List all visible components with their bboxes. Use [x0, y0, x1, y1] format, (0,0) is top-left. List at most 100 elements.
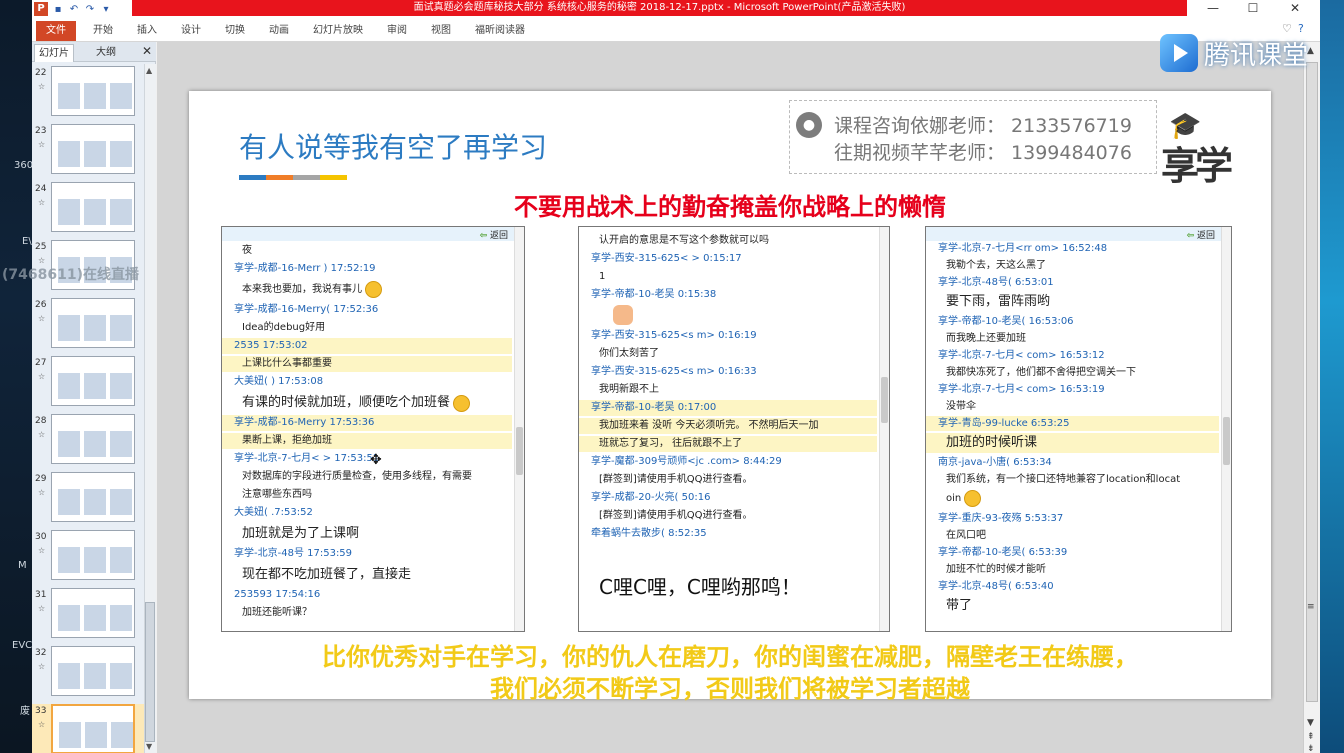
chat-message: 没带伞 [946, 401, 976, 412]
slide-preview [51, 298, 135, 348]
preview-block [110, 141, 132, 167]
animation-star-icon: ☆ [38, 604, 46, 613]
tab-review[interactable]: 审阅 [382, 21, 412, 41]
scroll-down-icon[interactable]: ▼ [146, 742, 152, 751]
chat-sender-line: 享学-北京-7-七月<rr om> 16:52:48 [938, 243, 1108, 254]
slide-thumbnail[interactable]: 23 ☆ [32, 124, 144, 176]
tab-home[interactable]: 开始 [88, 21, 118, 41]
slide-thumbnail[interactable]: 28 ☆ [32, 414, 144, 466]
preview-block [58, 373, 80, 399]
tab-outline[interactable]: 大纲 [86, 44, 126, 62]
preview-block [58, 489, 80, 515]
chat-sender-line: 享学-北京-7-七月< com> 16:53:12 [938, 350, 1105, 361]
preview-block [84, 489, 106, 515]
slide-thumbnail[interactable]: 30 ☆ [32, 530, 144, 582]
slide-bottom-line-1: 比你优秀对手在学习，你的仇人在磨刀，你的闺蜜在减肥，隔壁老王在练腰， [322, 643, 1138, 671]
chat-message: 带了 [946, 598, 973, 613]
minimize-icon[interactable]: — [1196, 0, 1230, 16]
chat-sender-line: 享学-成都-16-Merr ) 17:52:19 [234, 263, 376, 274]
xiangxue-logo: 🎓 享学 [1161, 109, 1251, 188]
preview-block [110, 199, 132, 225]
scroll-up-icon[interactable]: ▲ [146, 66, 152, 75]
slide-thumbnail[interactable]: 32 ☆ [32, 646, 144, 698]
animation-star-icon: ☆ [38, 488, 46, 497]
chat-sender-line: 享学-成都-16-Merry 17:53:36 [222, 415, 512, 431]
slide-thumbnail[interactable]: 29 ☆ [32, 472, 144, 524]
tab-animations[interactable]: 动画 [264, 21, 294, 41]
editor-vertical-scrollbar[interactable]: ▲ ≡ ▼ ⇞ ⇟ [1303, 42, 1320, 753]
chat-scrollbar [879, 227, 889, 631]
watermark-brand: 腾讯课堂 [1204, 40, 1309, 71]
previous-slide-icon[interactable]: ⇞ [1307, 732, 1315, 742]
animation-star-icon: ☆ [38, 198, 46, 207]
next-slide-icon[interactable]: ⇟ [1307, 744, 1315, 753]
preview-block [58, 663, 80, 689]
powerpoint-app-icon[interactable]: P [34, 2, 48, 16]
preview-block [110, 373, 132, 399]
slide-thumbnail[interactable]: 33 ☆ [32, 704, 144, 753]
chat-sender-line: 享学-西安-315-625<s m> 0:16:19 [591, 330, 757, 341]
customize-dropdown-icon[interactable]: ▾ [100, 4, 112, 15]
chat-sender-line: 享学-北京-48号 17:53:59 [234, 548, 353, 559]
scroll-down-icon[interactable]: ▼ [1307, 718, 1314, 728]
scroll-grip-icon[interactable]: ≡ [1307, 602, 1315, 612]
preview-block [58, 547, 80, 573]
slide-number: 26 [35, 300, 47, 310]
preview-block [58, 431, 80, 457]
animation-star-icon: ☆ [38, 662, 46, 671]
tab-file[interactable]: 文件 [36, 21, 76, 41]
redo-icon[interactable]: ↷ [84, 4, 96, 15]
slide-thumbnail[interactable]: 27 ☆ [32, 356, 144, 408]
tab-transitions[interactable]: 切换 [220, 21, 250, 41]
chat-message: [群签到]请使用手机QQ进行查看。 [599, 474, 753, 485]
smiley-emoji-icon [365, 280, 382, 298]
tab-slideshow[interactable]: 幻灯片放映 [310, 21, 366, 41]
slide-number: 22 [35, 68, 47, 78]
close-icon[interactable]: ✕ [1278, 0, 1312, 16]
chat-message: 现在都不吃加班餐了，直接走 [242, 567, 412, 582]
slide-bottom-line-2: 我们必须不断学习，否则我们将被学习者超越 [490, 675, 970, 703]
slide-number: 25 [35, 242, 47, 252]
chat-sender-line: 享学-北京-7-七月< > 17:53:51 [234, 453, 380, 464]
tab-design[interactable]: 设计 [176, 21, 206, 41]
title-bar: P ▪ ↶ ↷ ▾ 面试真题必会题库秘技大部分 系统核心服务的秘密 2018-1… [32, 0, 1320, 18]
tab-view[interactable]: 视图 [426, 21, 456, 41]
preview-block [58, 141, 80, 167]
slide-preview [51, 646, 135, 696]
maximize-icon[interactable]: ☐ [1236, 0, 1270, 16]
desktop-left-strip: 360 E\ M EVC 废 [0, 0, 33, 753]
slide-number: 29 [35, 474, 47, 484]
ok-hand-emoji-icon [613, 305, 633, 325]
slide-thumbnail[interactable]: 31 ☆ [32, 588, 144, 640]
panel-scrollbar-thumb[interactable] [145, 602, 155, 742]
chat-sender-line: 享学-成都-20-火亮( 50:16 [591, 492, 711, 503]
preview-block [84, 547, 106, 573]
undo-icon[interactable]: ↶ [68, 4, 80, 15]
tab-foxit-reader[interactable]: 福昕阅读器 [472, 21, 528, 41]
slide-thumbnail[interactable]: 26 ☆ [32, 298, 144, 350]
slide-title: 有人说等我有空了再学习 [239, 131, 548, 164]
slide-number: 30 [35, 532, 47, 542]
preview-block [58, 199, 80, 225]
preview-block [84, 141, 106, 167]
chat-message: 我们系统，有一个接口还特地兼容了location和locat [946, 474, 1181, 485]
animation-star-icon: ☆ [38, 430, 46, 439]
save-icon[interactable]: ▪ [52, 4, 64, 15]
consult-line-1: 课程咨询依娜老师： 2133576719 [834, 115, 1132, 137]
chat-message: 果断上课，拒绝加班 [222, 433, 512, 449]
microphone-icon: ● [796, 112, 822, 138]
desktop-label: 废 [20, 706, 30, 717]
chat-message: 我都快冻死了，他们都不舍得把空调关一下 [946, 367, 1136, 378]
tab-insert[interactable]: 插入 [132, 21, 162, 41]
preview-block [58, 315, 80, 341]
panel-close-icon[interactable]: ✕ [142, 44, 152, 58]
chat-screenshot-2: C哩C哩，C哩哟那鸣！ 认开启的意思是不写这个参数就可以吗 享学-西安-315-6… [578, 226, 890, 632]
chat-sender-line: 2535 17:53:02 [222, 338, 512, 354]
slide-number: 31 [35, 590, 47, 600]
back-link: ⇦ 返回 [1186, 231, 1215, 241]
slide-thumbnail[interactable]: 24 ☆ [32, 182, 144, 234]
slide-thumbnail[interactable]: 22 ☆ [32, 66, 144, 118]
preview-block [84, 199, 106, 225]
tab-slides[interactable]: 幻灯片 [34, 44, 74, 62]
slide-canvas[interactable]: 有人说等我有空了再学习 ● 课程咨询依娜老师： 2133576719 往期视频芊… [189, 91, 1271, 703]
